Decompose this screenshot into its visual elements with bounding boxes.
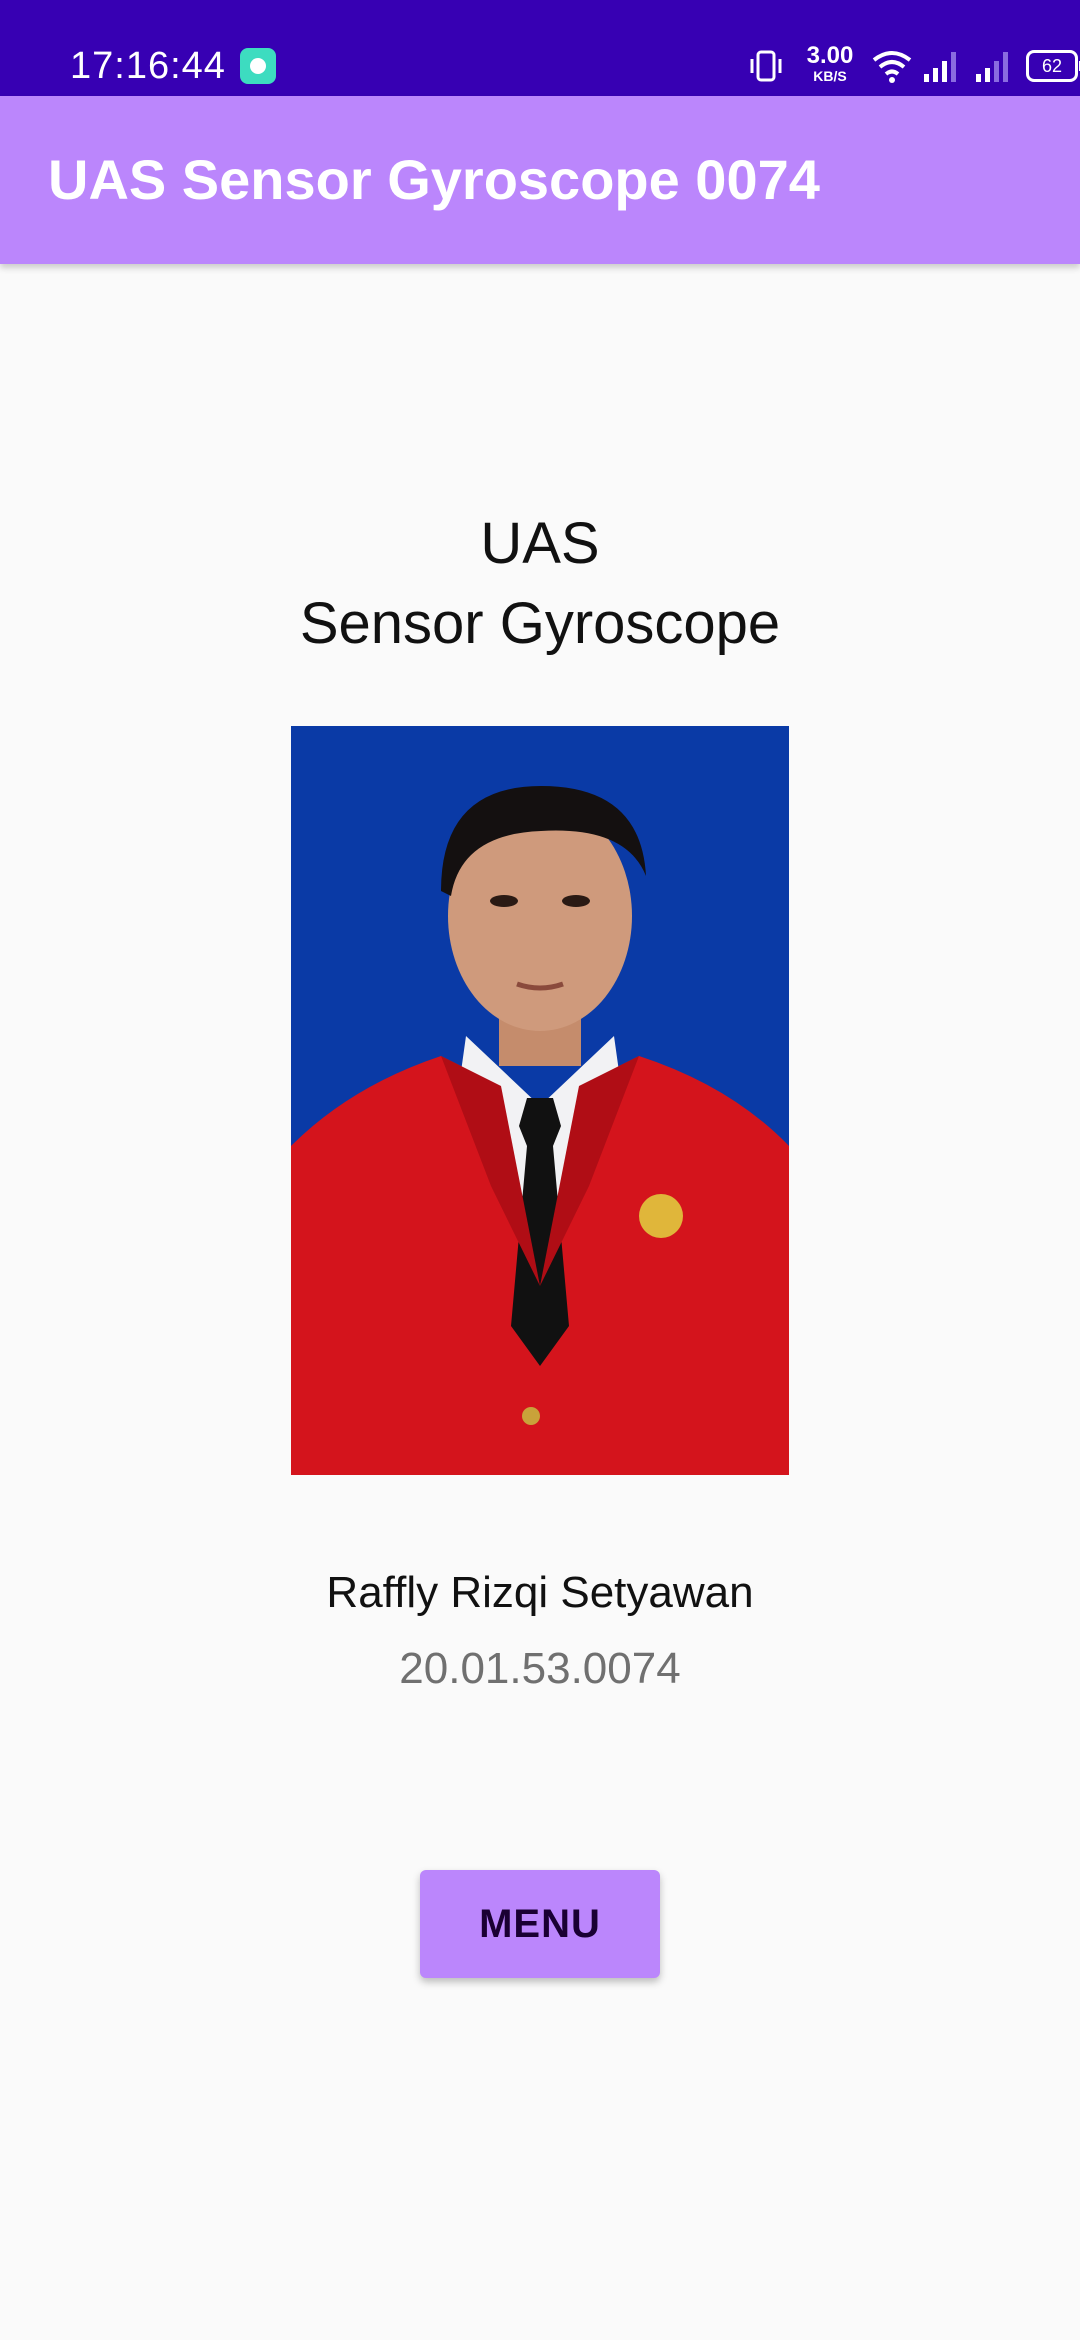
app-title: UAS Sensor Gyroscope 0074 (48, 148, 820, 211)
network-speed: 3.00 KB/S (800, 42, 860, 85)
signal-icon (924, 52, 956, 82)
battery-icon: 62 (1026, 50, 1080, 82)
student-name: Raffly Rizqi Setyawan (326, 1568, 754, 1617)
network-speed-unit: KB/S (813, 68, 847, 84)
chat-bubble-icon (240, 48, 276, 84)
student-id: 20.01.53.0074 (399, 1644, 681, 1693)
status-icons: 3.00 KB/S 62 (660, 44, 1080, 88)
menu-button[interactable]: MENU (420, 1870, 660, 1978)
vibrate-icon (750, 50, 782, 82)
signal-icon (976, 52, 1008, 82)
wifi-icon (872, 51, 912, 83)
heading-line-2: Sensor Gyroscope (299, 591, 781, 656)
network-speed-value: 3.00 (806, 42, 854, 69)
heading-line-1: UAS (480, 511, 600, 576)
profile-photo (291, 726, 789, 1475)
app-bar: UAS Sensor Gyroscope 0074 (0, 96, 1080, 264)
status-bar: 17:16:44 3.00 KB/S 62 (0, 0, 1080, 96)
profile-photo-illustration (291, 726, 789, 1475)
status-time: 17:16:44 (70, 45, 226, 87)
